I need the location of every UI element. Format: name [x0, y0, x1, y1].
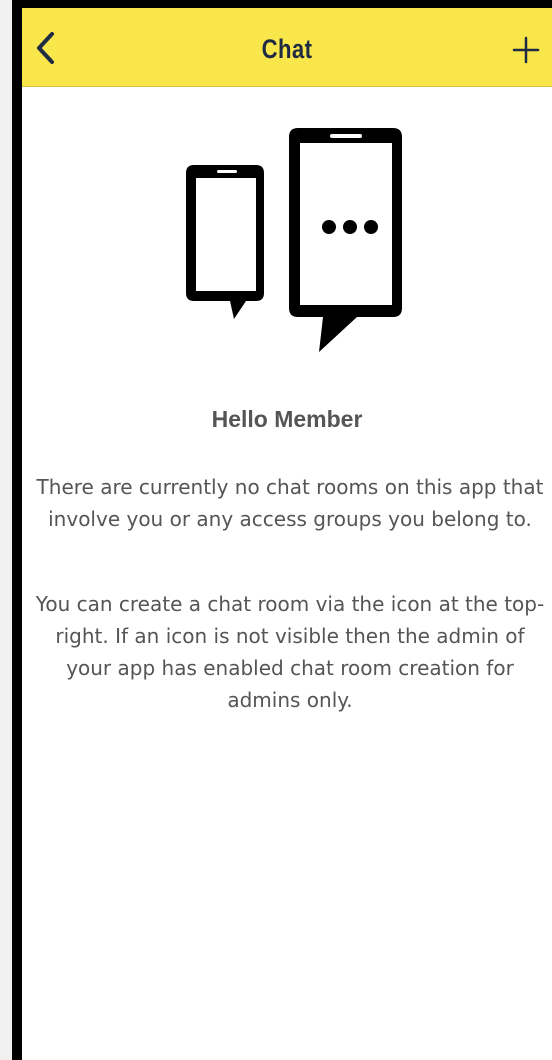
typing-dot: [322, 220, 336, 234]
chat-phones-icon: [186, 128, 402, 352]
greeting-heading: Hello Member: [211, 406, 363, 432]
plus-icon: [512, 36, 540, 64]
no-chat-rooms-message: There are currently no chat rooms on thi…: [36, 475, 544, 531]
navigation-bar: Chat: [22, 8, 552, 87]
chevron-left-icon: [37, 32, 54, 64]
page-title: Chat: [261, 34, 313, 64]
create-chat-room-hint: You can create a chat room via the icon …: [35, 592, 545, 712]
typing-dot: [364, 220, 378, 234]
typing-dot: [343, 220, 357, 234]
chat-screen: Chat Hello Member There are currently no…: [22, 8, 552, 1060]
back-button[interactable]: [28, 28, 64, 68]
add-chat-room-button[interactable]: [506, 30, 546, 70]
